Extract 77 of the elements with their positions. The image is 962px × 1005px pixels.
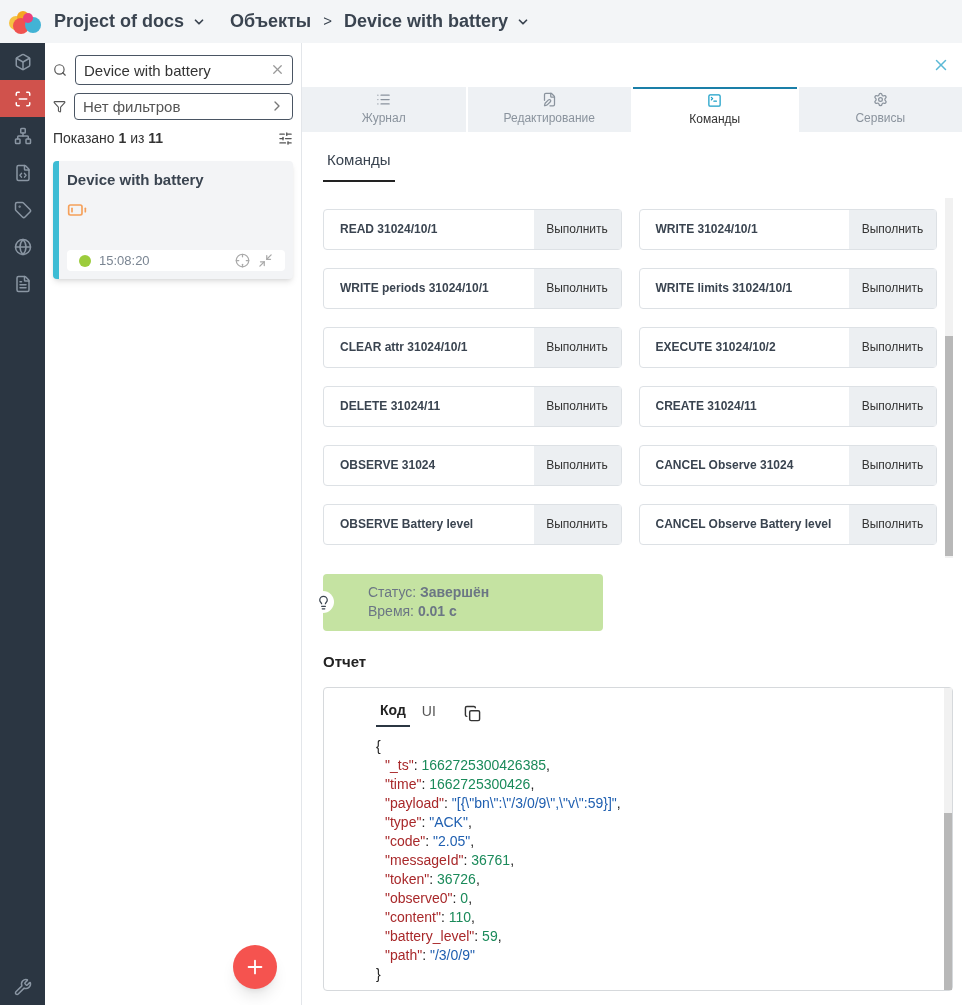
copy-icon[interactable] — [463, 705, 481, 722]
sliders-icon[interactable] — [278, 131, 293, 146]
nav-item[interactable] — [0, 80, 45, 117]
command-name: DELETE 31024/11 — [339, 398, 442, 415]
breadcrumb-separator: > — [323, 11, 332, 32]
command-name: WRITE limits 31024/10/1 — [654, 280, 794, 297]
command-name: EXECUTE 31024/10/2 — [654, 339, 777, 356]
scrollbar[interactable] — [945, 197, 953, 558]
execute-button[interactable]: Выполнить — [533, 268, 621, 308]
logo-icon — [8, 8, 42, 35]
filter-field[interactable]: Нет фильтров — [74, 93, 293, 120]
execute-button[interactable]: Выполнить — [849, 386, 936, 426]
code-line: "content": 110, — [384, 908, 476, 927]
code-line: { — [376, 737, 382, 756]
object-dropdown[interactable]: Device with battery — [344, 8, 531, 35]
target-icon — [13, 89, 32, 108]
code-line: "type": "ACK", — [384, 813, 473, 832]
execute-button[interactable]: Выполнить — [849, 504, 936, 544]
document-icon — [13, 274, 32, 293]
scrollbar[interactable] — [944, 688, 952, 990]
code-line: } — [376, 965, 382, 984]
add-button[interactable] — [233, 945, 277, 989]
code-view-tab[interactable]: Код — [376, 700, 410, 727]
report-title: Отчет — [323, 651, 368, 672]
execute-button[interactable]: Выполнить — [849, 445, 936, 485]
subtab[interactable]: Команды — [323, 149, 395, 182]
execute-button[interactable]: Выполнить — [533, 504, 621, 544]
command-name: CLEAR attr 31024/10/1 — [339, 339, 469, 356]
gear-icon — [872, 92, 888, 107]
tools-icon — [13, 977, 32, 996]
command-name: CANCEL Observe 31024 — [654, 457, 795, 474]
execute-button[interactable]: Выполнить — [533, 327, 621, 367]
crosshair-icon[interactable] — [235, 253, 250, 268]
execute-button[interactable]: Выполнить — [849, 209, 936, 249]
command-name: WRITE periods 31024/10/1 — [339, 280, 490, 297]
filter-icon — [53, 100, 66, 113]
command-name: READ 31024/10/1 — [339, 221, 439, 238]
execute-button[interactable]: Выполнить — [533, 386, 621, 426]
code-line: "payload": "[{\"bn\":\"/3/0/9\",\"v\":59}]", — [384, 794, 622, 813]
clear-icon[interactable] — [270, 62, 285, 77]
code-line: "messageId": 36761, — [384, 851, 516, 870]
code-line: "battery_level": 59, — [384, 927, 503, 946]
globe-icon — [13, 237, 32, 256]
execute-button[interactable]: Выполнить — [849, 268, 936, 308]
code-line: "observe0": 0, — [384, 889, 473, 908]
command-name: WRITE 31024/10/1 — [654, 221, 759, 238]
terminal-icon — [707, 93, 723, 108]
command-name: CREATE 31024/11 — [654, 398, 758, 415]
code-line: "_ts": 1662725300426385, — [384, 756, 551, 775]
last-seen-time: 15:08:20 — [99, 251, 150, 270]
duration-text: Время: 0.01 с — [368, 602, 458, 621]
command-name: CANCEL Observe Battery level — [654, 516, 833, 533]
code-line: "path": "/3/0/9" — [384, 946, 476, 965]
device-card[interactable]: Device with battery 15:08:20 — [53, 161, 293, 279]
code-line: "time": 1662725300426, — [384, 775, 536, 794]
search-field[interactable]: Device with battery — [75, 55, 293, 85]
list-icon — [376, 92, 392, 107]
execute-button[interactable]: Выполнить — [533, 445, 621, 485]
execute-button[interactable]: Выполнить — [849, 327, 936, 367]
code-icon — [13, 163, 32, 182]
command-name: OBSERVE Battery level — [339, 516, 475, 533]
code-line: "token": 36726, — [384, 870, 481, 889]
cube-icon — [13, 52, 32, 71]
device-name: Device with battery — [67, 170, 205, 190]
edit-icon — [541, 92, 557, 107]
tag-icon — [13, 200, 32, 219]
project-dropdown[interactable]: Project of docs — [54, 8, 207, 35]
execute-button[interactable]: Выполнить — [533, 209, 621, 249]
result-count: Показано 1 из 11 — [53, 129, 164, 148]
code-view-tab[interactable]: UI — [417, 701, 440, 726]
status-text: Статус: Завершён — [368, 583, 490, 602]
collapse-icon[interactable] — [258, 253, 273, 268]
command-name: OBSERVE 31024 — [339, 457, 437, 474]
breadcrumb-link[interactable]: Объекты — [230, 8, 312, 35]
code-line: "code": "2.05", — [384, 832, 476, 851]
search-icon — [53, 63, 67, 77]
hierarchy-icon — [13, 126, 32, 145]
